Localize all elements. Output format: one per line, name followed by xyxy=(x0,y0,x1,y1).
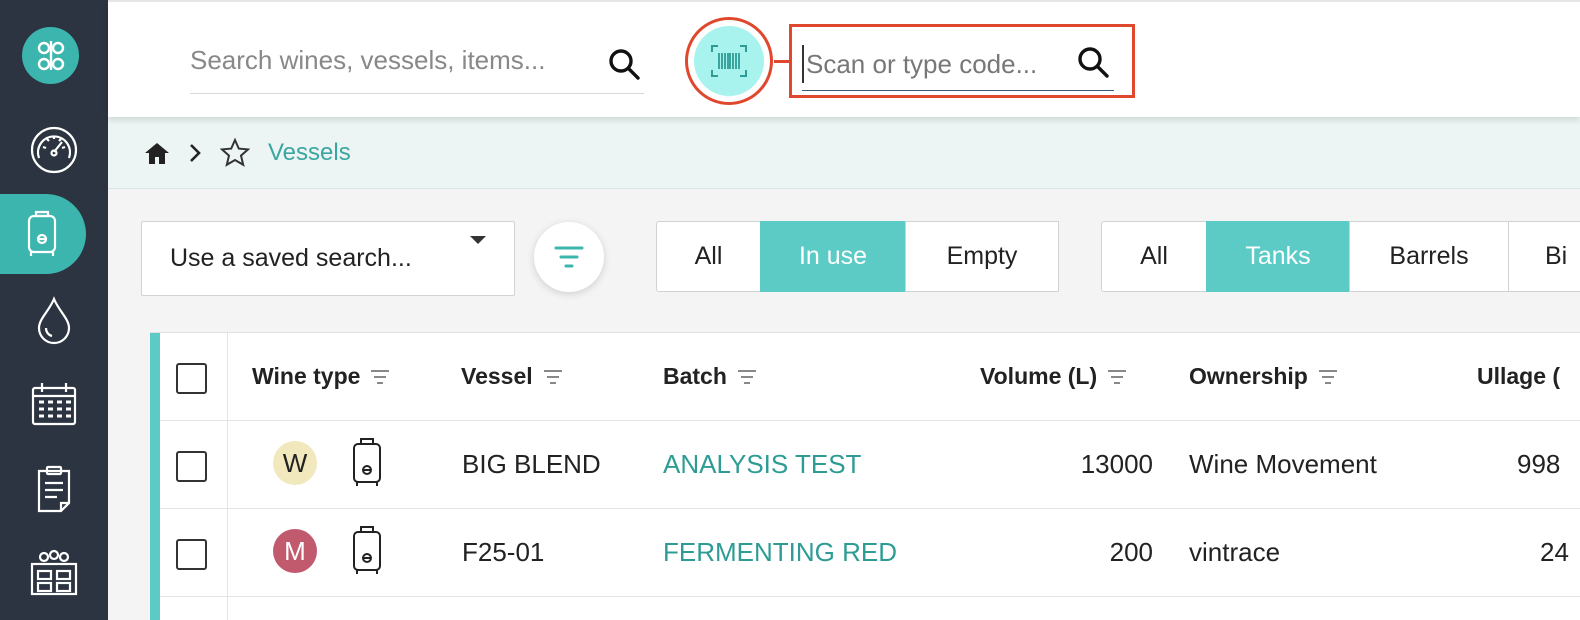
column-filter-icon[interactable] xyxy=(1318,369,1338,385)
column-filter-icon[interactable] xyxy=(1107,369,1127,385)
home-icon[interactable] xyxy=(144,141,170,165)
tank-vessel-icon xyxy=(353,438,381,486)
top-header xyxy=(108,0,1580,117)
calendar-icon xyxy=(31,383,77,426)
sidebar-item-dashboard[interactable] xyxy=(0,110,108,190)
winery-building-icon xyxy=(30,549,78,596)
vessel-cell: F25-01 xyxy=(462,537,545,567)
column-filter-icon[interactable] xyxy=(543,369,563,385)
column-header-ullage[interactable]: Ullage ( xyxy=(1477,363,1560,390)
code-input[interactable] xyxy=(802,45,1062,83)
column-filter-icon[interactable] xyxy=(737,369,757,385)
search-icon xyxy=(609,49,640,80)
status-filter-group: All In use Empty xyxy=(656,221,1059,292)
column-label: Ullage ( xyxy=(1477,363,1561,389)
code-input-highlight xyxy=(789,24,1135,98)
column-label: Batch xyxy=(663,363,727,389)
global-search xyxy=(190,30,644,94)
wine-type-badge: W xyxy=(273,441,317,485)
batch-link[interactable]: ANALYSIS TEST xyxy=(663,449,861,480)
row-select-cell xyxy=(160,597,228,620)
star-icon[interactable] xyxy=(220,137,250,168)
tank-vessel-icon xyxy=(353,526,381,574)
ownership-cell: vintrace xyxy=(1189,537,1281,567)
column-header-vessel[interactable]: Vessel xyxy=(461,363,563,390)
ullage-cell: 998 xyxy=(1517,449,1561,479)
table-row-partial xyxy=(160,597,1580,620)
row-checkbox[interactable] xyxy=(176,451,207,482)
tank-vessel-icon xyxy=(27,210,57,256)
status-filter-all[interactable]: All xyxy=(656,221,761,292)
scan-barcode-button[interactable] xyxy=(694,26,764,96)
column-label: Vessel xyxy=(461,363,533,389)
saved-search-label: Use a saved search... xyxy=(170,244,412,272)
search-icon xyxy=(1078,47,1109,78)
breadcrumb: Vessels xyxy=(108,117,1580,189)
sidebar-item-vessels[interactable] xyxy=(0,194,86,274)
table-header-row: Wine type Vessel Batch Volume (L) Owners… xyxy=(160,333,1580,421)
scan-barcode-highlight xyxy=(685,17,773,105)
sidebar-item-winery[interactable] xyxy=(0,532,108,612)
type-filter-group: All Tanks Barrels Bi xyxy=(1101,221,1580,292)
sidebar-item-calendar[interactable] xyxy=(0,364,108,444)
breadcrumb-vessels[interactable]: Vessels xyxy=(268,139,351,167)
global-search-button[interactable] xyxy=(604,44,644,84)
row-checkbox[interactable] xyxy=(176,539,207,570)
highlight-connector xyxy=(774,60,789,63)
clipboard-icon xyxy=(37,465,71,513)
sidebar-item-wines[interactable] xyxy=(0,280,108,360)
caret-down-icon xyxy=(470,236,486,244)
type-filter-bins[interactable]: Bi xyxy=(1508,221,1580,292)
filter-icon xyxy=(554,246,584,268)
select-all-cell xyxy=(160,333,228,420)
vessel-cell: BIG BLEND xyxy=(462,449,601,479)
chevron-right-icon xyxy=(190,143,201,162)
volume-cell: 13000 xyxy=(1080,449,1153,479)
row-select-cell xyxy=(160,421,228,508)
column-label: Ownership xyxy=(1189,363,1308,389)
global-search-input[interactable] xyxy=(190,40,590,80)
column-filter-icon[interactable] xyxy=(370,369,390,385)
column-header-ownership[interactable]: Ownership xyxy=(1189,363,1338,390)
sidebar xyxy=(0,0,108,620)
ownership-cell: Wine Movement xyxy=(1189,449,1377,479)
saved-search-dropdown[interactable]: Use a saved search... xyxy=(141,221,515,296)
column-header-batch[interactable]: Batch xyxy=(663,363,757,390)
wine-type-badge: M xyxy=(273,529,317,573)
sidebar-item-tasks[interactable] xyxy=(0,448,108,528)
app-logo[interactable] xyxy=(22,27,79,84)
wine-drop-icon xyxy=(37,296,71,345)
table-accent-bar xyxy=(150,333,160,620)
vine-logo-icon xyxy=(37,40,64,70)
code-search-button[interactable] xyxy=(1074,43,1112,81)
row-select-cell xyxy=(160,509,228,596)
barcode-icon xyxy=(711,45,747,77)
column-header-volume[interactable]: Volume (L) xyxy=(980,363,1127,390)
ullage-cell: 24 xyxy=(1540,537,1569,567)
column-header-wine-type[interactable]: Wine type xyxy=(252,363,390,390)
table-row[interactable]: W BIG BLEND ANALYSIS TEST 13000 Wine Mov… xyxy=(160,421,1580,509)
status-filter-in-use[interactable]: In use xyxy=(760,221,906,292)
column-label: Volume (L) xyxy=(980,363,1098,389)
column-label: Wine type xyxy=(252,363,361,389)
type-filter-all[interactable]: All xyxy=(1101,221,1207,292)
filter-button[interactable] xyxy=(534,222,604,292)
vessels-table: Wine type Vessel Batch Volume (L) Owners… xyxy=(150,332,1580,620)
dashboard-gauge-icon xyxy=(30,126,78,174)
status-filter-empty[interactable]: Empty xyxy=(905,221,1059,292)
batch-link[interactable]: FERMENTING RED xyxy=(663,537,897,568)
select-all-checkbox[interactable] xyxy=(176,363,207,394)
type-filter-barrels[interactable]: Barrels xyxy=(1349,221,1509,292)
table-row[interactable]: M F25-01 FERMENTING RED 200 vintrace 24 xyxy=(160,509,1580,597)
type-filter-tanks[interactable]: Tanks xyxy=(1206,221,1350,292)
code-search xyxy=(802,35,1114,91)
volume-cell: 200 xyxy=(1109,537,1153,567)
